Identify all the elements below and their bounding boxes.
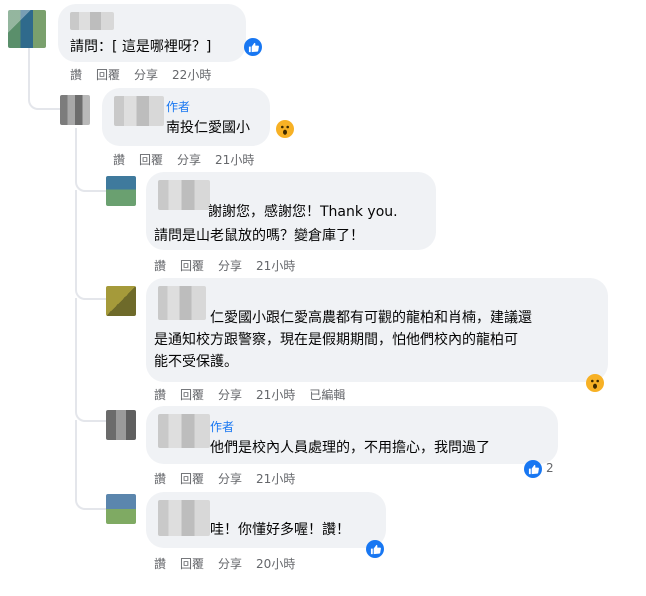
comment-actions: 讚 回覆 分享 21小時 <box>154 257 295 274</box>
avatar[interactable] <box>106 410 136 440</box>
share-action[interactable]: 分享 <box>218 257 242 274</box>
wow-icon[interactable] <box>586 374 604 392</box>
like-action[interactable]: 讚 <box>70 66 82 83</box>
reply-action[interactable]: 回覆 <box>96 66 120 83</box>
like-action[interactable]: 讚 <box>154 555 166 572</box>
comment-text: 請問是山老鼠放的嗎？變倉庫了！ <box>154 228 364 244</box>
comment-actions: 讚 回覆 分享 21小時 <box>154 470 295 487</box>
like-icon[interactable] <box>524 460 542 478</box>
thread-line <box>75 298 117 422</box>
share-action[interactable]: 分享 <box>218 470 242 487</box>
commenter-name[interactable] <box>114 96 164 126</box>
share-action[interactable]: 分享 <box>218 386 242 403</box>
comment-text: 哇！你懂好多喔！讚！ <box>210 522 350 538</box>
timestamp[interactable]: 21小時 <box>256 470 295 487</box>
reply-action[interactable]: 回覆 <box>180 555 204 572</box>
comment-text: 能不受保護。 <box>154 354 238 370</box>
comment-text: 請問：[ 這是哪裡呀？] <box>70 39 212 55</box>
comment-text: 謝謝您，感謝您！Thank you. <box>208 204 398 220</box>
like-action[interactable]: 讚 <box>154 470 166 487</box>
comment-text: 是通知校方跟警察，現在是假期期間，怕他們校內的龍柏可 <box>154 332 518 348</box>
avatar[interactable] <box>106 176 136 206</box>
commenter-name[interactable] <box>158 500 210 536</box>
reaction-count[interactable]: 2 <box>546 461 554 475</box>
comment-actions: 讚 回覆 分享 21小時 已編輯 <box>154 386 345 403</box>
comment-actions: 讚 回覆 分享 20小時 <box>154 555 295 572</box>
reply-action[interactable]: 回覆 <box>180 257 204 274</box>
commenter-name[interactable] <box>158 180 210 210</box>
like-action[interactable]: 讚 <box>113 151 125 168</box>
timestamp[interactable]: 20小時 <box>256 555 295 572</box>
thread-line <box>75 190 117 300</box>
timestamp[interactable]: 21小時 <box>215 151 254 168</box>
share-action[interactable]: 分享 <box>218 555 242 572</box>
like-action[interactable]: 讚 <box>154 257 166 274</box>
comment-actions: 讚 回覆 分享 22小時 <box>70 66 211 83</box>
share-action[interactable]: 分享 <box>134 66 158 83</box>
commenter-name[interactable] <box>70 12 114 30</box>
avatar[interactable] <box>106 286 136 316</box>
timestamp[interactable]: 22小時 <box>172 66 211 83</box>
author-badge: 作者 <box>166 100 191 114</box>
reply-action[interactable]: 回覆 <box>180 470 204 487</box>
reply-action[interactable]: 回覆 <box>180 386 204 403</box>
wow-icon[interactable] <box>276 120 294 138</box>
share-action[interactable]: 分享 <box>177 151 201 168</box>
avatar[interactable] <box>106 494 136 524</box>
comment-text: 南投仁愛國小 <box>166 120 250 136</box>
comment-text: 他們是校內人員處理的，不用擔心，我問過了 <box>210 440 490 456</box>
edited-label[interactable]: 已編輯 <box>309 386 345 403</box>
timestamp[interactable]: 21小時 <box>256 386 295 403</box>
avatar[interactable] <box>60 95 90 125</box>
like-icon[interactable] <box>366 540 384 558</box>
avatar[interactable] <box>8 10 46 48</box>
timestamp[interactable]: 21小時 <box>256 257 295 274</box>
like-action[interactable]: 讚 <box>154 386 166 403</box>
comment-actions: 讚 回覆 分享 21小時 <box>113 151 254 168</box>
comment-text: 仁愛國小跟仁愛高農都有可觀的龍柏和肖楠，建議還 <box>210 310 532 326</box>
commenter-name[interactable] <box>158 286 206 320</box>
reply-action[interactable]: 回覆 <box>139 151 163 168</box>
commenter-name[interactable] <box>158 414 210 448</box>
author-badge: 作者 <box>210 420 235 434</box>
like-icon[interactable] <box>244 38 262 56</box>
